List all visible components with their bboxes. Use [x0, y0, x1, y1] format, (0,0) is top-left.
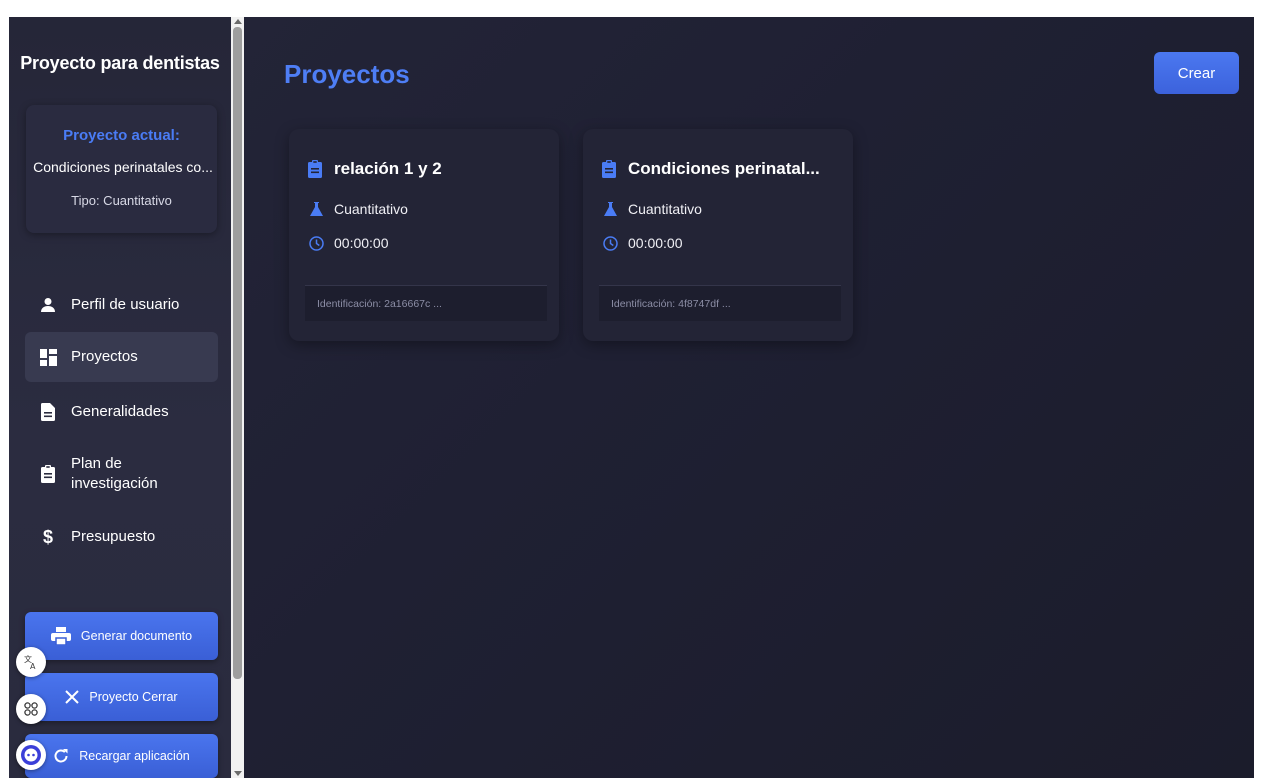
current-project-name: Condiciones perinatales co... — [33, 159, 213, 175]
page-title: Proyectos — [284, 59, 410, 89]
document-icon — [39, 403, 57, 421]
sidebar-item-label: Proyectos — [71, 348, 138, 365]
close-icon — [65, 690, 80, 704]
clipboard-icon — [308, 160, 322, 178]
project-time-label: 00:00:00 — [334, 235, 389, 251]
clipboard-icon — [39, 465, 57, 483]
project-type: Cuantitativo — [308, 201, 408, 217]
apps-icon[interactable] — [16, 694, 46, 724]
project-title-row: relación 1 y 2 — [308, 159, 442, 179]
current-project-type: Tipo: Cuantitativo — [71, 193, 172, 208]
flask-icon — [308, 202, 324, 216]
generate-document-label: Generar documento — [80, 629, 193, 643]
project-time: 00:00:00 — [308, 235, 389, 251]
flask-icon — [602, 202, 618, 216]
sidebar-item-perfil[interactable]: Perfil de usuario — [25, 287, 218, 323]
assistant-icon[interactable] — [16, 740, 46, 770]
sidebar-item-generalidades[interactable]: Generalidades — [25, 394, 218, 430]
project-card[interactable]: Condiciones perinatal... Cuantitativo 00… — [583, 129, 853, 341]
project-card[interactable]: relación 1 y 2 Cuantitativo 00:00:00 Ide… — [289, 129, 559, 341]
current-project-label: Proyecto actual: — [63, 127, 180, 144]
project-time-label: 00:00:00 — [628, 235, 683, 251]
sidebar-item-plan[interactable]: Plan de investigación — [25, 447, 218, 501]
create-button[interactable]: Crear — [1154, 52, 1239, 94]
sidebar-item-label: Presupuesto — [71, 528, 156, 545]
sidebar-item-presupuesto[interactable]: $ Presupuesto — [25, 519, 218, 555]
dashboard-icon — [39, 348, 57, 366]
current-project-card: Proyecto actual: Condiciones perinatales… — [26, 105, 217, 233]
project-title-row: Condiciones perinatal... — [602, 159, 820, 179]
reload-app-label: Recargar aplicación — [79, 749, 190, 763]
project-type-label: Cuantitativo — [334, 201, 408, 217]
scroll-down-arrow-icon[interactable] — [234, 771, 242, 776]
project-title: relación 1 y 2 — [334, 159, 442, 178]
project-time: 00:00:00 — [602, 235, 683, 251]
scroll-up-arrow-icon[interactable] — [234, 19, 242, 24]
sidebar-item-label: Perfil de usuario — [71, 296, 180, 313]
sidebar-item-label: Plan de investigación — [71, 455, 158, 492]
project-title: Condiciones perinatal... — [628, 159, 820, 178]
user-icon — [39, 296, 57, 314]
main-content: Proyectos Crear relación 1 y 2 Cuantitat… — [244, 17, 1254, 778]
printer-icon — [50, 627, 71, 645]
sidebar-item-label: Generalidades — [71, 403, 169, 420]
reload-app-button[interactable]: Recargar aplicación — [25, 734, 218, 778]
translate-icon[interactable]: 文A — [16, 647, 46, 677]
app-window: Proyecto para dentistas Proyecto actual:… — [9, 17, 1254, 778]
clock-icon — [602, 235, 618, 251]
reload-icon — [53, 748, 69, 764]
project-id: Identificación: 4f8747df ... — [599, 285, 841, 321]
sidebar-item-proyectos[interactable]: Proyectos — [25, 332, 218, 382]
app-title: Proyecto para dentistas — [20, 53, 220, 73]
project-type-label: Cuantitativo — [628, 201, 702, 217]
close-project-button[interactable]: Proyecto Cerrar — [25, 673, 218, 721]
sidebar: Proyecto para dentistas Proyecto actual:… — [9, 17, 231, 778]
svg-text:A: A — [30, 662, 36, 670]
project-id: Identificación: 2a16667c ... — [305, 285, 547, 321]
scroll-thumb[interactable] — [233, 27, 242, 679]
close-project-label: Proyecto Cerrar — [89, 690, 178, 704]
dollar-icon: $ — [42, 526, 53, 547]
sidebar-scrollbar[interactable] — [231, 17, 244, 778]
generate-document-button[interactable]: Generar documento — [25, 612, 218, 660]
clock-icon — [308, 235, 324, 251]
clipboard-icon — [602, 160, 616, 178]
project-type: Cuantitativo — [602, 201, 702, 217]
